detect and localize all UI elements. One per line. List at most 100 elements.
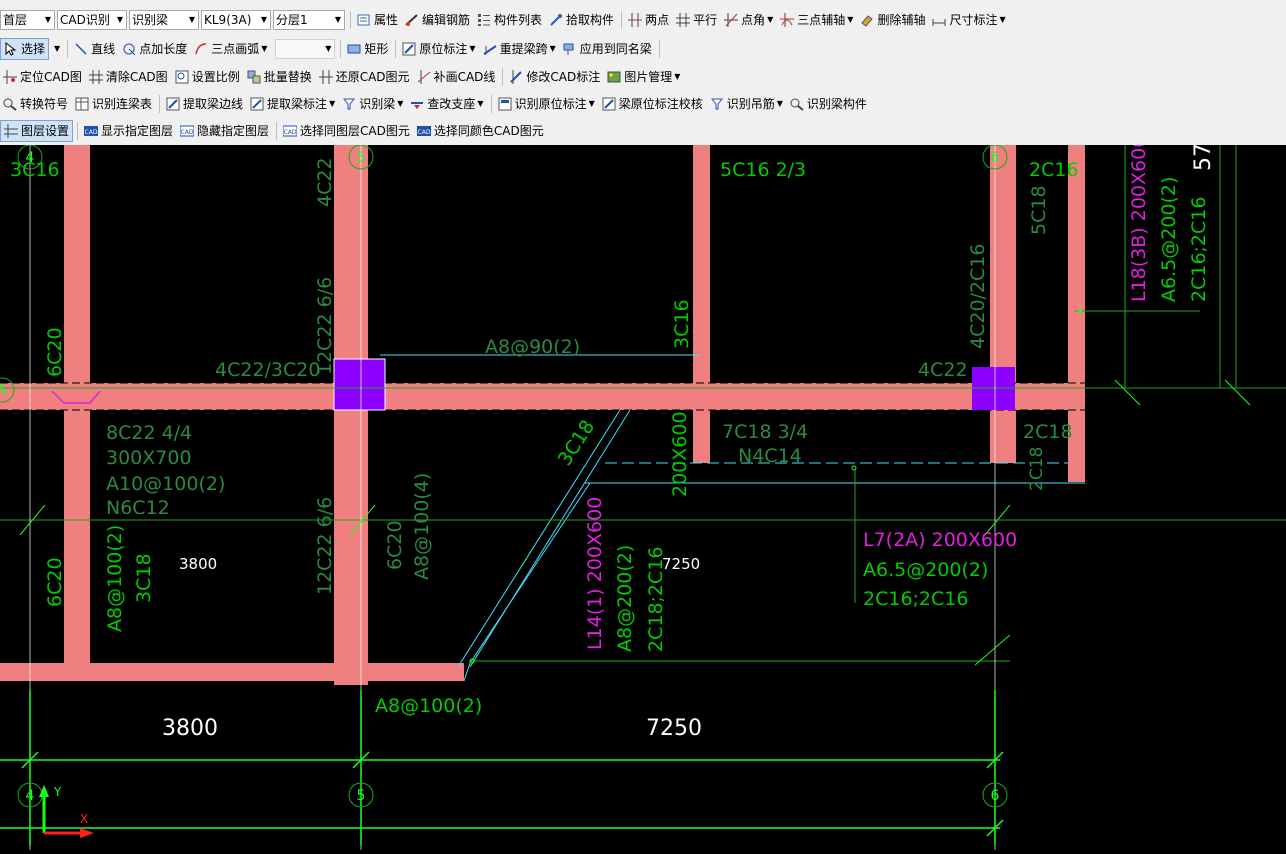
- check-support-label: 查改支座: [427, 97, 476, 111]
- chevron-down-icon: ▼: [116, 15, 123, 24]
- beam-axis-6[interactable]: [990, 145, 1016, 463]
- identify-beam-component-button[interactable]: 识别梁构件: [787, 93, 870, 115]
- show-layer-button[interactable]: CAD 显示指定图层: [81, 120, 176, 142]
- select-button-label: 选择: [21, 42, 46, 56]
- chevron-down-icon: ▼: [261, 44, 268, 53]
- chevron-down-icon: ▼: [188, 15, 195, 24]
- component-list-button[interactable]: 构件列表: [474, 9, 545, 31]
- cad-canvas[interactable]: 4 5 6 A 4 5 6 3800 7250 3C16 5C16 2/3 2C…: [0, 136, 1286, 850]
- set-scale-label: 设置比例: [191, 70, 240, 84]
- reextract-span-button[interactable]: 重提梁跨 ▼: [480, 38, 559, 60]
- label-l7-stirrup: A6.5@200(2): [863, 559, 988, 581]
- select-same-layer-label: 选择同图层CAD图元: [300, 124, 410, 138]
- delete-axis-label: 删除辅轴: [877, 13, 926, 27]
- extract-beam-label-button[interactable]: 提取梁标注 ▼: [247, 93, 338, 115]
- batch-replace-label: 批量替换: [263, 70, 312, 84]
- label-l7-bars: 2C16;2C16: [863, 588, 968, 610]
- select-same-layer-button[interactable]: CAD 选择同图层CAD图元: [280, 120, 413, 142]
- chevron-down-icon: ▼: [767, 15, 774, 24]
- rectangle-button[interactable]: 矩形: [344, 38, 391, 60]
- grid-label-4-bottom: 4: [26, 788, 35, 804]
- convert-symbol-icon: [3, 98, 17, 111]
- cursor-arrow-icon: [5, 41, 17, 56]
- cad-same-color-icon: CAD: [416, 125, 431, 136]
- check-support-button[interactable]: 查改支座 ▼: [407, 93, 486, 115]
- floor-select[interactable]: 首层 ▼: [0, 9, 55, 30]
- label-a8-100-4: A8@100(4): [411, 473, 433, 580]
- arc-option-select[interactable]: ▼: [275, 38, 336, 59]
- identify-hanger-button[interactable]: 识别吊筋 ▼: [707, 93, 786, 115]
- three-point-axis-button[interactable]: 三点辅轴 ▼: [777, 9, 856, 31]
- label-57: 57: [1191, 145, 1216, 171]
- chevron-down-icon[interactable]: ▼: [54, 44, 60, 53]
- ucs-icon: Y X: [39, 785, 94, 838]
- pick-component-button[interactable]: 拾取构件: [546, 9, 617, 31]
- select-button[interactable]: 选择: [0, 37, 50, 60]
- pick-component-button-label: 拾取构件: [566, 13, 615, 27]
- check-in-situ-button[interactable]: 梁原位标注校核: [599, 93, 706, 115]
- set-scale-button[interactable]: 设置比例: [172, 66, 243, 88]
- identify-link-beam-table-button[interactable]: 识别连梁表: [72, 93, 155, 115]
- label-l18-stirrup: A6.5@200(2): [1158, 177, 1180, 302]
- beam-select[interactable]: KL9(3A) ▼: [201, 9, 271, 30]
- parallel-axis-button[interactable]: 平行: [673, 9, 720, 31]
- leader-dot: [1078, 309, 1082, 313]
- batch-replace-button[interactable]: 批量替换: [244, 66, 315, 88]
- convert-symbol-button[interactable]: 转换符号: [0, 93, 71, 115]
- label-a10: A10@100(2): [106, 473, 225, 495]
- column-5a[interactable]: [333, 358, 386, 411]
- label-l18: L18(3B) 200X600: [1128, 145, 1150, 302]
- label-3c16: 3C16: [10, 159, 60, 181]
- layer-settings-label: 图层设置: [21, 124, 70, 138]
- beam-left-vertical[interactable]: [64, 145, 90, 665]
- property-button[interactable]: 属性: [354, 9, 401, 31]
- separator: [159, 94, 161, 113]
- label-n4c14: N4C14: [738, 445, 802, 467]
- mode-select-value: CAD识别: [60, 13, 110, 27]
- svg-text:CAD: CAD: [181, 129, 194, 136]
- chevron-down-icon: ▼: [260, 15, 267, 24]
- label-l7: L7(2A) 200X600: [863, 529, 1017, 551]
- identify-beam-label: 识别梁: [359, 97, 396, 111]
- layer-settings-button[interactable]: 图层设置: [0, 119, 74, 142]
- beam-axis-5[interactable]: [334, 145, 368, 685]
- two-point-axis-button[interactable]: 两点: [625, 9, 672, 31]
- modify-cad-label-button[interactable]: 修改CAD标注: [506, 66, 603, 88]
- select-same-color-button[interactable]: CAD 选择同颜色CAD图元: [414, 120, 547, 142]
- extract-beam-edge-button[interactable]: 提取梁边线: [163, 93, 246, 115]
- image-manage-button[interactable]: 图片管理 ▼: [604, 66, 683, 88]
- identify-in-situ-button[interactable]: 识别原位标注 ▼: [495, 93, 598, 115]
- type-select[interactable]: 识别梁 ▼: [129, 9, 199, 30]
- point-angle-axis-button[interactable]: 点角 ▼: [721, 9, 776, 31]
- point-length-button[interactable]: 点加长度: [119, 38, 190, 60]
- mode-select[interactable]: CAD识别 ▼: [57, 9, 127, 30]
- restore-cad-button[interactable]: 还原CAD图元: [316, 66, 413, 88]
- two-point-axis-label: 两点: [645, 13, 670, 27]
- identify-beam-button[interactable]: 识别梁 ▼: [339, 93, 406, 115]
- beam-bottom[interactable]: [0, 663, 464, 681]
- leader-dot: [851, 465, 857, 471]
- reextract-span-icon: [483, 44, 497, 55]
- dimension-icon: [932, 18, 946, 26]
- chevron-down-icon: ▼: [588, 99, 595, 108]
- ucs-x-label: X: [80, 812, 88, 826]
- cad-drawing: 4 5 6 A 4 5 6 3800 7250 3C16 5C16 2/3 2C…: [0, 136, 1286, 850]
- label-l14-bars: 2C18;2C16: [645, 547, 667, 652]
- apply-same-name-button[interactable]: 应用到同名梁: [560, 38, 655, 60]
- beam-mid-vertical[interactable]: [693, 145, 710, 463]
- layer-select[interactable]: 分层1 ▼: [273, 9, 345, 30]
- label-12c22: 12C22 6/6: [314, 497, 336, 595]
- clear-cad-button[interactable]: 清除CAD图: [86, 66, 171, 88]
- beam-axis-a[interactable]: [0, 383, 1085, 410]
- in-situ-label-button[interactable]: 原位标注 ▼: [399, 38, 478, 60]
- modify-label-icon: [510, 69, 523, 84]
- patch-cad-line-button[interactable]: 补画CAD线: [414, 66, 499, 88]
- hide-layer-button[interactable]: CAD 隐藏指定图层: [177, 120, 272, 142]
- dimension-button[interactable]: 尺寸标注 ▼: [929, 9, 1008, 31]
- point-length-icon: [123, 43, 136, 55]
- three-point-arc-button[interactable]: 三点画弧 ▼: [191, 38, 270, 60]
- locate-cad-button[interactable]: 定位CAD图: [0, 66, 85, 88]
- delete-axis-button[interactable]: 删除辅轴: [857, 9, 928, 31]
- line-button[interactable]: 直线: [71, 38, 118, 60]
- edit-rebar-button[interactable]: 编辑钢筋: [402, 9, 473, 31]
